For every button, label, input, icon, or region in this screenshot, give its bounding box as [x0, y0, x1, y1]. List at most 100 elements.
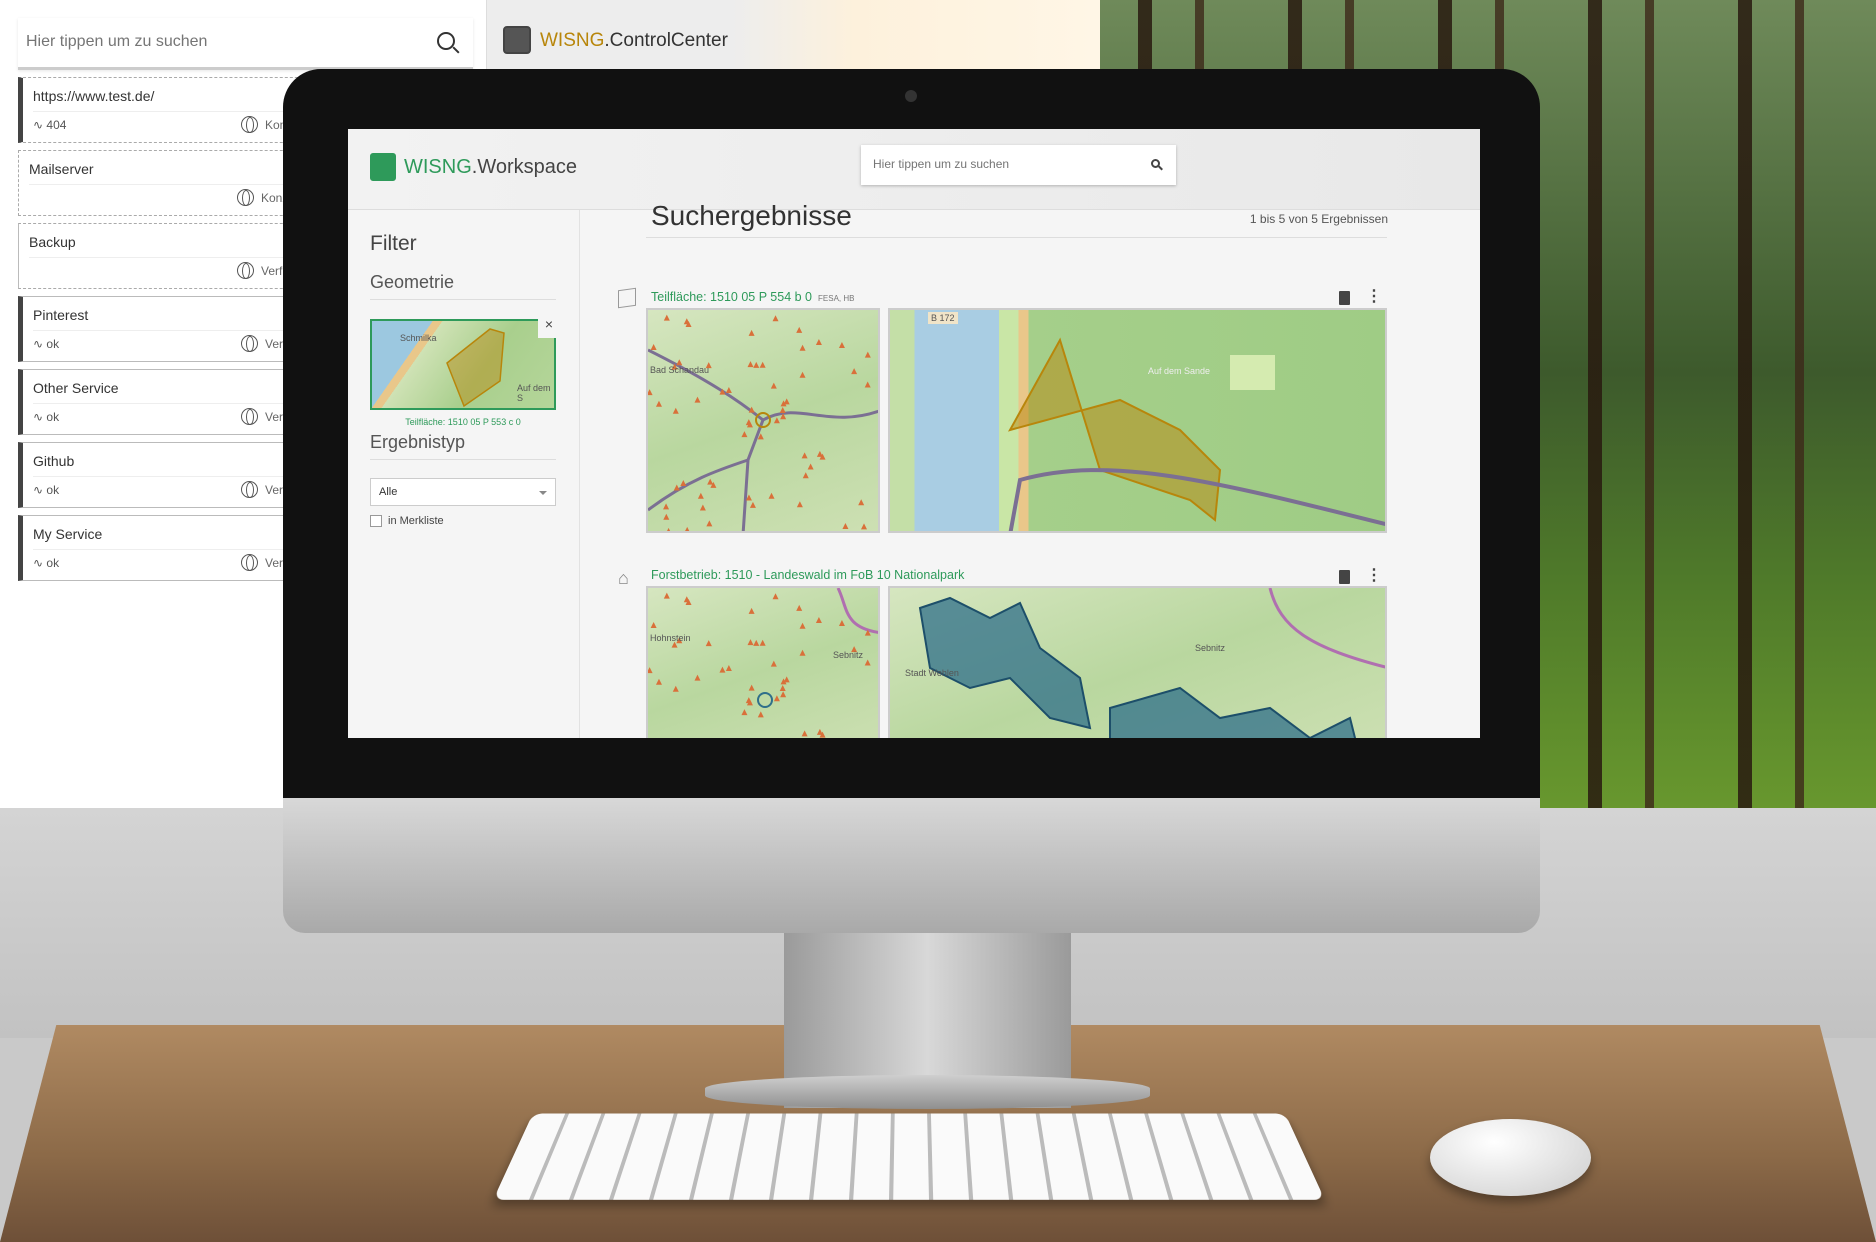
tree-marker [672, 685, 679, 692]
tree-marker [663, 503, 670, 510]
bookmark-icon[interactable] [1339, 570, 1350, 584]
tree-marker [749, 501, 756, 508]
results-count: 1 bis 5 von 5 Ergebnissen [1249, 212, 1388, 226]
result-overview-map[interactable]: Bad Schandau [646, 308, 880, 533]
tree-marker [773, 417, 780, 424]
tree-marker [705, 640, 712, 647]
divider [29, 257, 317, 258]
bookmark-icon[interactable] [1339, 291, 1350, 305]
search-icon[interactable] [437, 32, 455, 50]
polygon-icon [618, 287, 636, 309]
tree-marker [683, 318, 690, 325]
controlcenter-title: WISNG.ControlCenter [540, 30, 728, 51]
tree-marker [694, 674, 701, 681]
service-name: My Service [33, 526, 103, 542]
tree-marker [719, 666, 726, 673]
tree-marker [663, 592, 670, 599]
tree-marker [815, 617, 822, 624]
service-name: https://www.test.de/ [33, 88, 155, 104]
service-name: Backup [29, 234, 76, 250]
tree-marker [663, 513, 670, 520]
divider [646, 237, 1387, 238]
tree-marker [807, 463, 814, 470]
globe-icon [241, 554, 258, 571]
tree-marker [707, 478, 714, 485]
divider [33, 476, 317, 477]
tree-marker [864, 381, 871, 388]
globe-icon [241, 481, 258, 498]
tree-marker [772, 315, 779, 322]
tree-marker [772, 593, 779, 600]
tree-marker [685, 526, 690, 531]
divider [33, 330, 317, 331]
service-search[interactable] [18, 18, 473, 70]
result-detail-map[interactable]: B 172 Auf dem Sande [888, 308, 1387, 533]
checkbox-icon[interactable] [370, 515, 382, 527]
result-type-select[interactable]: Alle [370, 478, 556, 506]
camera [905, 90, 917, 102]
remove-geometry-button[interactable]: × [538, 316, 560, 338]
watchlist-checkbox[interactable]: in Merkliste [370, 515, 444, 527]
service-card[interactable]: My Service ∿ ok Verf [18, 515, 318, 581]
workspace-search[interactable] [861, 145, 1176, 185]
tree-marker [779, 407, 786, 414]
tree-marker [673, 484, 680, 491]
service-status: ∿ 404 [33, 118, 67, 132]
search-icon[interactable] [1151, 159, 1160, 168]
tree-marker [697, 492, 704, 499]
tree-marker [851, 368, 858, 375]
tree-marker [655, 678, 662, 685]
tree-marker [799, 344, 806, 351]
tree-marker [725, 387, 732, 394]
service-card[interactable]: Mailserver Konz [18, 150, 318, 216]
tree-marker [780, 691, 787, 698]
service-search-input[interactable] [18, 18, 398, 66]
tree-marker [748, 607, 755, 614]
tree-marker [783, 398, 790, 405]
wisng-logo-icon [370, 153, 396, 181]
tree-marker [783, 676, 790, 683]
filter-sidebar: Filter Geometrie Schmilka Auf dem S × Te… [348, 210, 580, 738]
tree-marker [680, 480, 687, 487]
workspace-title[interactable]: WISNG.Workspace [404, 156, 577, 179]
result-type-heading: Ergebnistyp [370, 432, 556, 460]
tree-marker [753, 361, 760, 368]
tree-marker [747, 361, 754, 368]
result-title-link[interactable]: Forstbetrieb: 1510 - Landeswald im FoB 1… [651, 568, 964, 582]
tree-marker [796, 604, 803, 611]
service-status: ∿ ok [33, 483, 60, 497]
service-card[interactable]: Backup Verf [18, 223, 318, 289]
service-card[interactable]: Other Service ∿ ok Verf [18, 369, 318, 435]
result-detail-map[interactable]: Stadt Wehlen Sebnitz [888, 586, 1387, 738]
tree-marker [741, 709, 748, 716]
tree-marker [801, 452, 808, 459]
service-card[interactable]: Github ∿ ok Verf [18, 442, 318, 508]
more-options-icon[interactable]: ⋮ [1366, 565, 1382, 585]
tree-marker [858, 499, 865, 506]
pulse-icon: ∿ [33, 556, 47, 570]
geometry-preview-map[interactable]: Schmilka Auf dem S [370, 319, 556, 410]
service-name: Github [33, 453, 75, 469]
service-card[interactable]: https://www.test.de/∿ 404 Konz [18, 77, 318, 143]
result-title-link[interactable]: Teilfläche: 1510 05 P 554 b 0 FESA, HB [651, 290, 854, 304]
keyboard [493, 1113, 1325, 1200]
more-options-icon[interactable]: ⋮ [1366, 286, 1382, 306]
tree-marker [747, 639, 754, 646]
tree-marker [860, 523, 867, 530]
service-card[interactable]: Pinterest ∿ ok Verf [18, 296, 318, 362]
divider [33, 403, 317, 404]
tree-marker [748, 684, 755, 691]
tree-marker [648, 667, 653, 674]
geometry-heading: Geometrie [370, 272, 556, 300]
service-status: ∿ ok [33, 337, 60, 351]
service-status: ∿ ok [33, 410, 60, 424]
tree-marker [816, 728, 823, 735]
workspace-search-input[interactable] [861, 145, 1131, 183]
result-overview-map[interactable]: Hohnstein Sebnitz [646, 586, 880, 738]
pulse-icon: ∿ [33, 483, 47, 497]
tree-marker [770, 382, 777, 389]
service-name: Pinterest [33, 307, 89, 323]
tree-marker [650, 621, 657, 628]
tree-marker [745, 697, 752, 704]
tree-marker [838, 620, 845, 627]
